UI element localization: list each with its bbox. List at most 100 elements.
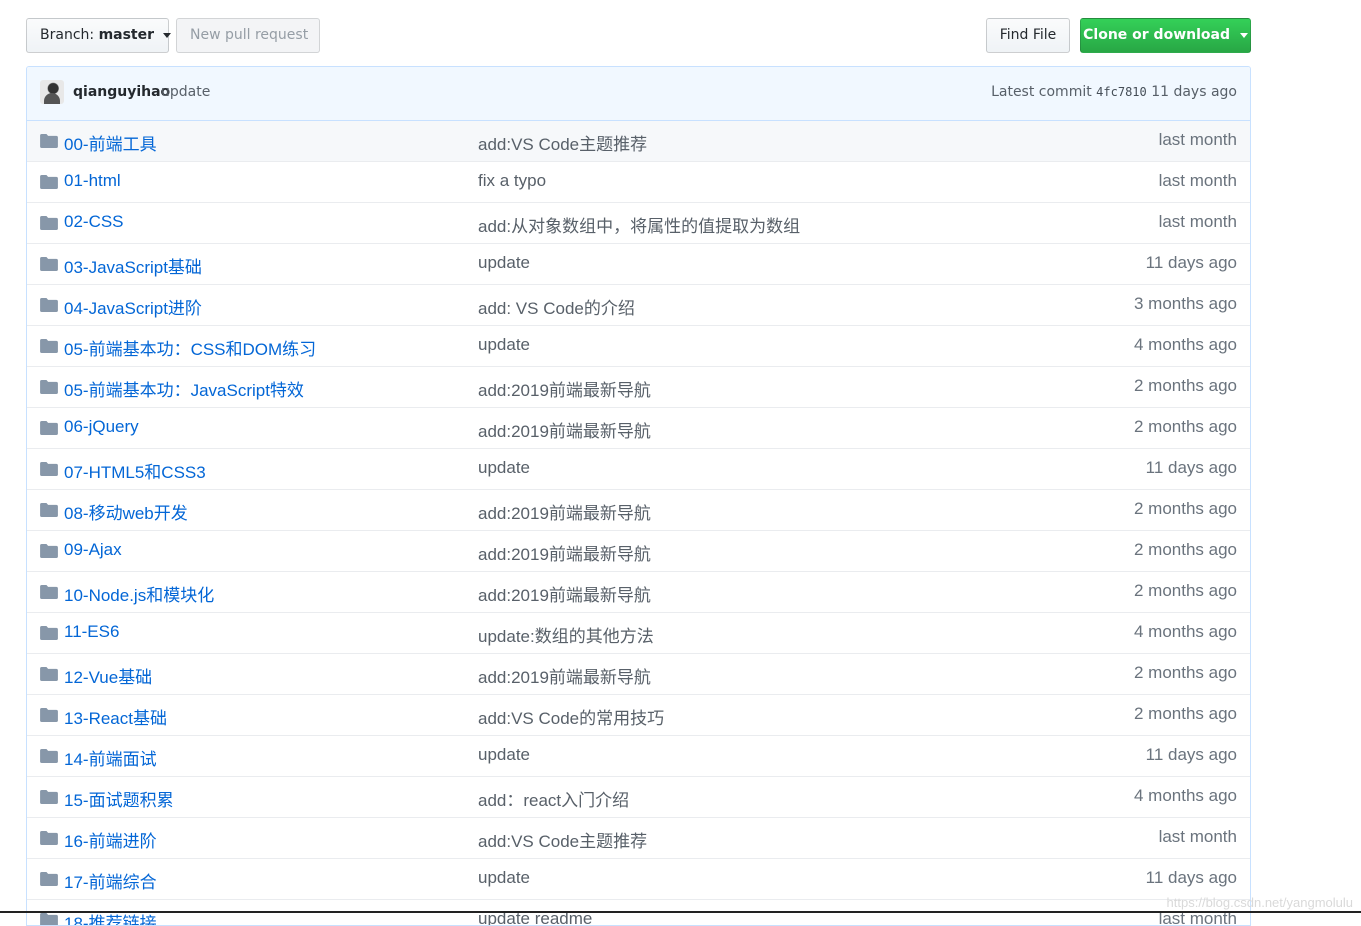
file-row[interactable]: 09-Ajax add:2019前端最新导航 2 months ago <box>27 530 1250 571</box>
folder-icon <box>40 790 58 804</box>
file-row[interactable]: 11-ES6 update:数组的其他方法 4 months ago <box>27 612 1250 653</box>
file-row[interactable]: 15-面试题积累 add：react入门介绍 4 months ago <box>27 776 1250 817</box>
commit-age: 2 months ago <box>1133 499 1237 518</box>
clone-download-button[interactable]: Clone or download <box>1080 18 1251 53</box>
folder-icon <box>40 708 58 722</box>
commit-message-link[interactable]: update <box>161 84 210 100</box>
file-row[interactable]: 01-html fix a typo last month <box>27 161 1250 202</box>
file-name-link[interactable]: 12-Vue基础 <box>64 663 152 688</box>
folder-icon <box>40 380 58 394</box>
file-name-link[interactable]: 02-CSS <box>64 212 124 232</box>
latest-commit-bar: qianguyihao update Latest commit 4fc7810… <box>27 67 1250 121</box>
commit-message-link[interactable]: add：react入门介绍 <box>478 786 629 811</box>
branch-prefix: Branch: <box>40 27 95 43</box>
latest-commit-label: Latest commit <box>991 84 1092 100</box>
avatar[interactable] <box>40 80 64 104</box>
file-row[interactable]: 14-前端面试 update 11 days ago <box>27 735 1250 776</box>
file-name-link[interactable]: 03-JavaScript基础 <box>64 253 202 278</box>
file-name-link[interactable]: 01-html <box>64 171 121 191</box>
commit-message-link[interactable]: update <box>478 335 530 355</box>
folder-icon <box>40 626 58 640</box>
file-row[interactable]: 07-HTML5和CSS3 update 11 days ago <box>27 448 1250 489</box>
file-row[interactable]: 17-前端综合 update 11 days ago <box>27 858 1250 899</box>
folder-icon <box>40 339 58 353</box>
commit-message-link[interactable]: fix a typo <box>478 171 546 191</box>
find-file-button[interactable]: Find File <box>986 18 1070 53</box>
file-row[interactable]: 13-React基础 add:VS Code的常用技巧 2 months ago <box>27 694 1250 735</box>
file-name-link[interactable]: 14-前端面试 <box>64 745 157 770</box>
file-row[interactable]: 02-CSS add:从对象数组中，将属性的值提取为数组 last month <box>27 202 1250 243</box>
branch-select-button[interactable]: Branch: master <box>26 18 172 53</box>
commit-age: last month <box>1158 212 1237 231</box>
commit-message-link[interactable]: add:从对象数组中，将属性的值提取为数组 <box>478 212 800 237</box>
commit-age: 4 months ago <box>1133 335 1237 354</box>
file-name-link[interactable]: 10-Node.js和模块化 <box>64 581 214 606</box>
folder-icon <box>40 749 58 763</box>
file-row[interactable]: 05-前端基本功：CSS和DOM练习 update 4 months ago <box>27 325 1250 366</box>
file-row[interactable]: 06-jQuery add:2019前端最新导航 2 months ago <box>27 407 1250 448</box>
file-row[interactable]: 10-Node.js和模块化 add:2019前端最新导航 2 months ago <box>27 571 1250 612</box>
commit-message-link[interactable]: add:2019前端最新导航 <box>478 417 651 442</box>
file-name-link[interactable]: 16-前端进阶 <box>64 827 157 852</box>
file-name-link[interactable]: 07-HTML5和CSS3 <box>64 458 206 483</box>
file-list: 00-前端工具 add:VS Code主题推荐 last month 01-html f… <box>27 121 1250 925</box>
file-name-link[interactable]: 15-面试题积累 <box>64 786 174 811</box>
commit-author-link[interactable]: qianguyihao <box>73 84 170 100</box>
folder-icon <box>40 585 58 599</box>
folder-icon <box>40 503 58 517</box>
file-row[interactable]: 12-Vue基础 add:2019前端最新导航 2 months ago <box>27 653 1250 694</box>
commit-message-link[interactable]: add:2019前端最新导航 <box>478 581 651 606</box>
commit-message-link[interactable]: update <box>478 745 530 765</box>
file-row[interactable]: 00-前端工具 add:VS Code主题推荐 last month <box>27 121 1250 161</box>
folder-icon <box>40 421 58 435</box>
commit-age: 2 months ago <box>1133 581 1237 600</box>
file-name-link[interactable]: 17-前端综合 <box>64 868 157 893</box>
commit-message-link[interactable]: add:VS Code主题推荐 <box>478 827 647 852</box>
commit-message-link[interactable]: add:VS Code的常用技巧 <box>478 704 664 729</box>
chevron-down-icon <box>1239 32 1248 38</box>
commit-message-link[interactable]: add: VS Code的介绍 <box>478 294 635 319</box>
commit-message-link[interactable]: add:2019前端最新导航 <box>478 499 651 524</box>
file-name-link[interactable]: 05-前端基本功：CSS和DOM练习 <box>64 335 316 360</box>
new-pull-request-button[interactable]: New pull request <box>176 18 320 53</box>
latest-commit-info: Latest commit 4fc7810 11 days ago <box>991 84 1237 100</box>
file-name-link[interactable]: 09-Ajax <box>64 540 122 560</box>
commit-age: last month <box>1158 827 1237 846</box>
folder-icon <box>40 462 58 476</box>
file-name-link[interactable]: 05-前端基本功：JavaScript特效 <box>64 376 304 401</box>
folder-icon <box>40 257 58 271</box>
file-row[interactable]: 04-JavaScript进阶 add: VS Code的介绍 3 months a… <box>27 284 1250 325</box>
commit-message-link[interactable]: update <box>478 458 530 478</box>
folder-icon <box>40 872 58 886</box>
commit-message-link[interactable]: update <box>478 868 530 888</box>
folder-icon <box>40 667 58 681</box>
commit-age: 2 months ago <box>1133 663 1237 682</box>
commit-age: 4 months ago <box>1133 622 1237 641</box>
commit-age: 4 months ago <box>1133 786 1237 805</box>
folder-icon <box>40 298 58 312</box>
file-row[interactable]: 16-前端进阶 add:VS Code主题推荐 last month <box>27 817 1250 858</box>
file-name-link[interactable]: 00-前端工具 <box>64 130 157 155</box>
commit-age: 2 months ago <box>1133 376 1237 395</box>
file-row[interactable]: 08-移动web开发 add:2019前端最新导航 2 months ago <box>27 489 1250 530</box>
commit-message-link[interactable]: add:2019前端最新导航 <box>478 376 651 401</box>
commit-age: 11 days ago <box>1145 868 1237 887</box>
file-table: qianguyihao update Latest commit 4fc7810… <box>26 66 1251 926</box>
commit-message-link[interactable]: update:数组的其他方法 <box>478 622 654 647</box>
commit-message-link[interactable]: add:2019前端最新导航 <box>478 540 651 565</box>
commit-message-link[interactable]: add:VS Code主题推荐 <box>478 130 647 155</box>
file-name-link[interactable]: 06-jQuery <box>64 417 139 437</box>
commit-sha-link[interactable]: 4fc7810 <box>1096 85 1147 99</box>
file-name-link[interactable]: 13-React基础 <box>64 704 167 729</box>
file-row[interactable]: 03-JavaScript基础 update 11 days ago <box>27 243 1250 284</box>
commit-age: 11 days ago <box>1151 84 1237 100</box>
file-name-link[interactable]: 04-JavaScript进阶 <box>64 294 202 319</box>
folder-icon <box>40 913 58 925</box>
file-name-link[interactable]: 08-移动web开发 <box>64 499 188 524</box>
file-row[interactable]: 05-前端基本功：JavaScript特效 add:2019前端最新导航 2 mon… <box>27 366 1250 407</box>
commit-age: 2 months ago <box>1133 540 1237 559</box>
commit-message-link[interactable]: add:2019前端最新导航 <box>478 663 651 688</box>
file-name-link[interactable]: 11-ES6 <box>64 622 119 642</box>
branch-name: master <box>98 27 155 43</box>
commit-message-link[interactable]: update <box>478 253 530 273</box>
